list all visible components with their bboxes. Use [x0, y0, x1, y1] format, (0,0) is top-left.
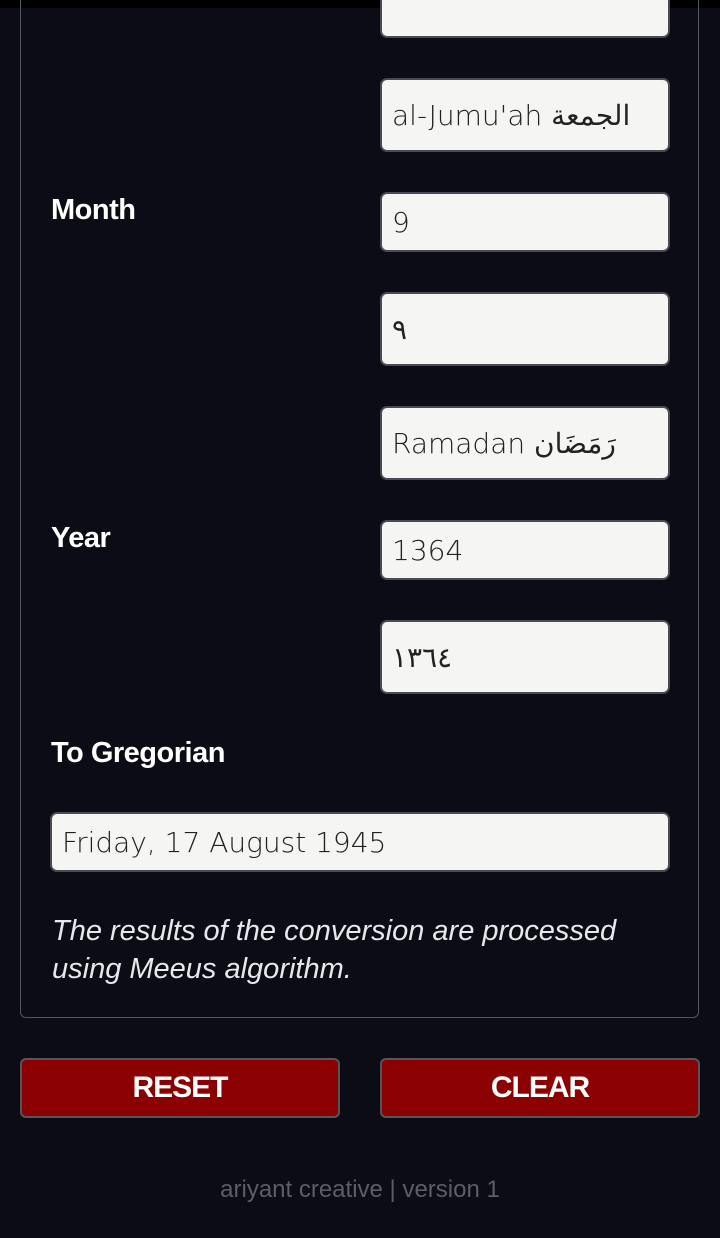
day-name-field[interactable]: al-Jumu'ah الجمعة [380, 78, 670, 152]
gregorian-result-field[interactable]: Friday, 17 August 1945 [50, 812, 670, 872]
month-arabic-field[interactable]: ٩ [380, 292, 670, 366]
month-field[interactable]: 9 [380, 192, 670, 252]
to-gregorian-label: To Gregorian [51, 737, 225, 769]
day-number-field[interactable] [380, 0, 670, 38]
month-name-field[interactable]: Ramadan رَمَضَان [380, 406, 670, 480]
clear-button[interactable]: CLEAR [380, 1058, 700, 1118]
year-arabic-field[interactable]: ١٣٦٤ [380, 620, 670, 694]
month-label: Month [51, 194, 136, 226]
footer-credit: ariyant creative | version 1 [220, 1176, 500, 1203]
year-field[interactable]: 1364 [380, 520, 670, 580]
algorithm-note: The results of the conversion are proces… [52, 915, 617, 985]
year-label: Year [51, 522, 111, 554]
reset-button[interactable]: RESET [20, 1058, 340, 1118]
